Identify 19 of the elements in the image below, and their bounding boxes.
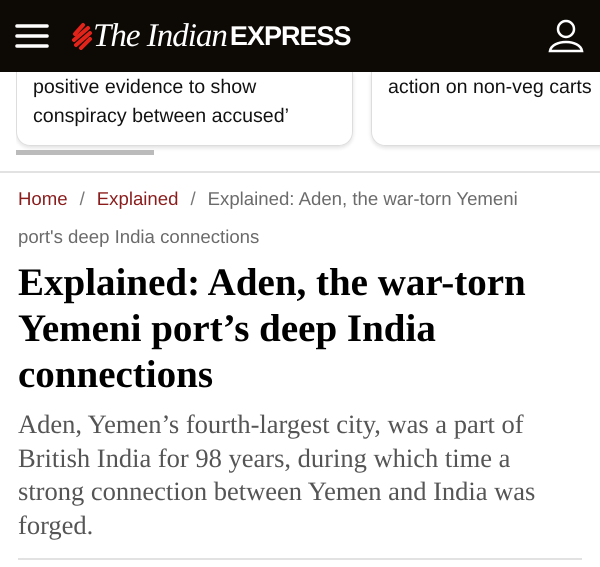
breadcrumb-separator: / [80,188,85,209]
story-card[interactable]: action on non-veg carts [371,72,600,146]
menu-icon[interactable] [15,24,49,48]
scrollbar[interactable] [16,150,154,155]
card-headline-line: conspiracy between accused’ [33,104,290,129]
article-headline: Explained: Aden, the war-torn Yemeni port’s deep India connections [18,260,527,398]
logo-wordmark-bold[interactable]: EXPRESS [230,20,350,52]
article-summary: Aden, Yemen’s fourth-largest city, was a part of British India for 98 years, during which time a strong connection between Yemen and India was forged. [18,408,536,542]
user-icon[interactable] [548,19,584,53]
card-headline-line: action on non-veg carts [388,75,593,100]
breadcrumb-current: port's deep India connections [18,225,260,249]
breadcrumb-link[interactable]: Home [18,188,68,209]
logo-wordmark[interactable]: The Indian [93,18,227,54]
card-headline-line: positive evidence to show [33,75,258,100]
breadcrumb-current: Explained: Aden, the war-torn Yemeni [208,188,518,209]
story-card[interactable]: positive evidence to show conspiracy between accused’ [16,72,353,146]
breadcrumb-link[interactable]: Explained [96,188,178,209]
logo-icon [71,22,93,50]
breadcrumb-separator: / [190,188,196,209]
